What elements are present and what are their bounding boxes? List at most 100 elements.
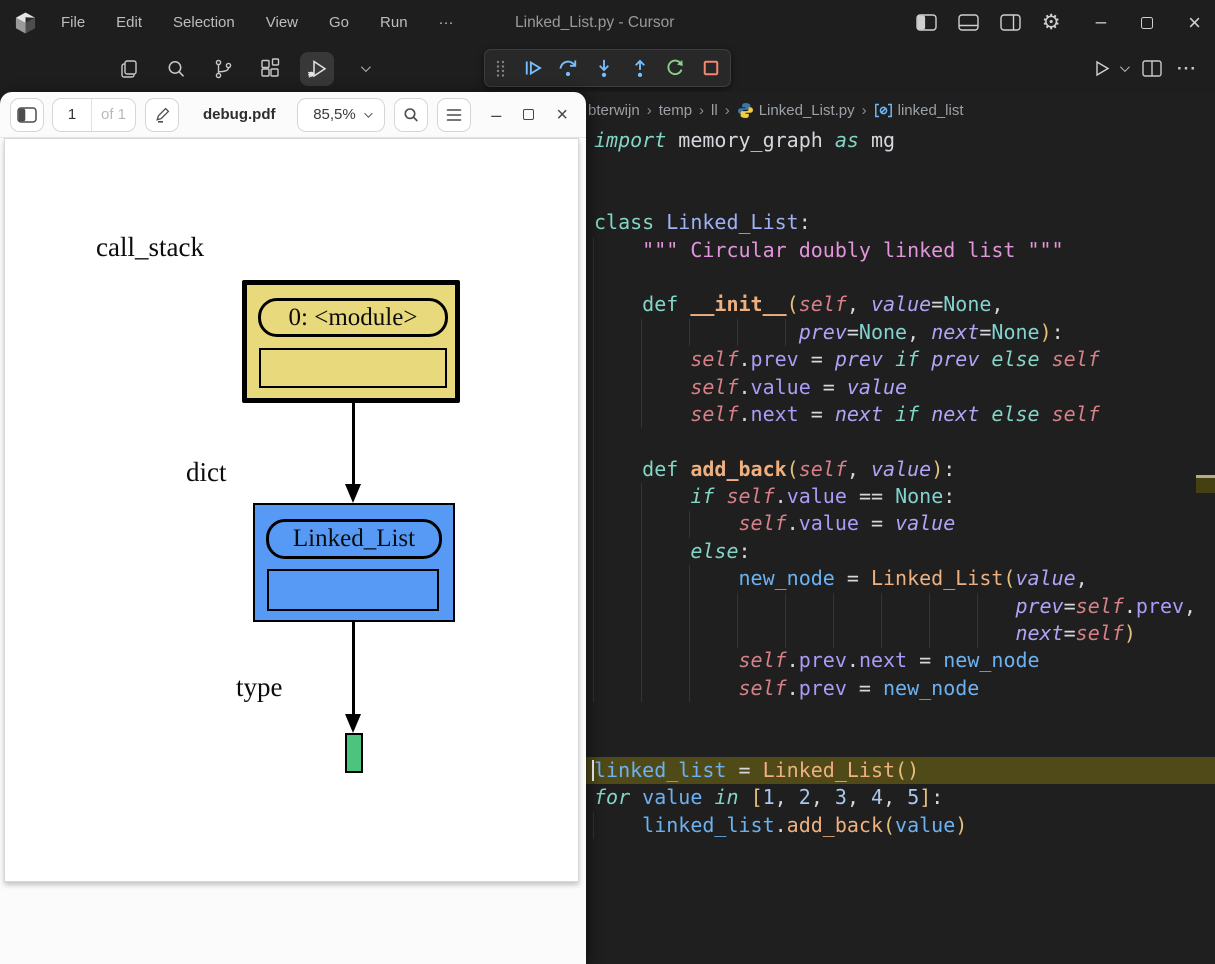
breadcrumb-separator: › [692,102,711,119]
menu-run[interactable]: Run [378,10,410,35]
code-line[interactable]: linked_list.add_back(value) [586,812,1215,839]
code-token: self [690,347,738,371]
code-line[interactable]: self.value = value [586,374,1215,401]
code-token [594,566,739,590]
debug-toolbar-grip[interactable] [494,59,507,77]
pdf-sidebar-toggle-icon[interactable] [10,98,44,132]
code-line[interactable]: class Linked_List: [586,209,1215,236]
code-token: . [775,484,787,508]
code-token: new_node [943,648,1039,672]
explorer-icon[interactable] [112,52,146,86]
code-token [702,785,714,809]
code-lines: import memory_graph as mg class Linked_Li… [586,127,1215,839]
code-line[interactable]: import memory_graph as mg [586,127,1215,154]
code-line[interactable] [586,428,1215,455]
pdf-close-button[interactable]: × [556,105,568,125]
breadcrumb-file[interactable]: Linked_List.py [759,102,855,119]
menu-edit[interactable]: Edit [114,10,144,35]
run-python-file-icon[interactable] [1092,59,1111,78]
code-token: add_back [787,813,883,837]
code-line[interactable]: self.value = value [586,510,1215,537]
code-token: , [1184,594,1196,618]
code-line[interactable] [586,730,1215,757]
toggle-secondary-sidebar-icon[interactable] [1000,14,1021,31]
code-line[interactable]: def add_back(self, value): [586,456,1215,483]
code-line[interactable]: else: [586,538,1215,565]
code-line[interactable]: prev=None, next=None): [586,319,1215,346]
code-token: None [895,484,943,508]
pdf-menu-icon[interactable] [437,98,471,132]
pdf-maximize-button[interactable] [523,109,534,120]
debug-step-over-icon[interactable] [558,58,578,78]
menu-go[interactable]: Go [327,10,351,35]
pdf-annotate-pen-icon[interactable] [145,98,179,132]
debug-step-out-icon[interactable] [630,58,650,78]
close-button[interactable]: × [1188,12,1201,34]
code-token: if [895,402,919,426]
pdf-zoom-select[interactable]: 85,5% [297,98,385,132]
run-dropdown-chevron-icon[interactable] [1120,62,1130,72]
code-line[interactable]: self.prev = prev if prev else self [586,346,1215,373]
extensions-icon[interactable] [253,52,287,86]
code-line[interactable]: next=self) [586,620,1215,647]
code-token: None [991,320,1039,344]
toggle-panel-icon[interactable] [958,14,979,31]
activity-overflow-chevron-icon[interactable] [347,52,381,86]
settings-gear-icon[interactable]: ⚙ [1042,12,1061,33]
debug-continue-icon[interactable] [523,58,543,78]
code-line[interactable]: prev=self.prev, [586,593,1215,620]
toggle-primary-sidebar-icon[interactable] [916,14,937,31]
menu-view[interactable]: View [264,10,300,35]
code-line[interactable]: def __init__(self, value=None, [586,291,1215,318]
debug-stop-icon[interactable] [701,58,721,78]
overview-ruler-current-line-marker[interactable] [1196,475,1215,493]
code-line[interactable]: for value in [1, 2, 3, 4, 5]: [586,784,1215,811]
code-token: = [1064,594,1076,618]
split-editor-icon[interactable] [1142,60,1162,77]
debug-restart-icon[interactable] [665,58,685,78]
code-token: value [871,457,931,481]
code-line[interactable] [586,182,1215,209]
breadcrumb-folder[interactable]: bterwijn [588,102,640,119]
search-icon[interactable] [159,52,193,86]
code-token [678,457,690,481]
code-area[interactable]: import memory_graph as mg class Linked_Li… [586,127,1215,839]
pdf-page-selector[interactable]: 1 of 1 [52,98,136,132]
code-token: . [1124,594,1136,618]
code-line[interactable]: self.prev.next = new_node [586,647,1215,674]
minimize-button[interactable]: – [1096,13,1107,32]
pdf-search-icon[interactable] [394,98,428,132]
breadcrumb-symbol[interactable]: linked_list [898,102,964,119]
more-actions-icon[interactable]: ··· [1177,59,1197,79]
maximize-button[interactable] [1141,17,1153,29]
pdf-minimize-button[interactable]: – [491,106,501,124]
debug-step-into-icon[interactable] [594,58,614,78]
menu-selection[interactable]: Selection [171,10,237,35]
breadcrumb-folder[interactable]: ll [711,102,718,119]
code-line[interactable]: self.prev = new_node [586,675,1215,702]
code-token: = [931,292,943,316]
code-token: None [943,292,991,316]
code-token: = [847,320,859,344]
code-line[interactable]: if self.value == None: [586,483,1215,510]
run-and-debug-icon[interactable] [300,52,334,86]
code-line-current[interactable]: linked_list = Linked_List() [586,757,1215,784]
debug-toolbar [484,49,731,87]
menu-file[interactable]: File [59,10,87,35]
window-title: Linked_List.py - Cursor [515,0,674,45]
code-line[interactable]: """ Circular doubly linked list """ [586,237,1215,264]
code-line[interactable]: self.next = next if next else self [586,401,1215,428]
code-line[interactable]: new_node = Linked_List(value, [586,565,1215,592]
code-token: self [799,457,847,481]
code-token [714,484,726,508]
code-line[interactable] [586,702,1215,729]
pdf-page-number[interactable]: 1 [53,99,91,131]
code-token: value [895,813,955,837]
code-line[interactable] [586,154,1215,181]
source-control-icon[interactable] [206,52,240,86]
dict-slot [267,569,439,611]
breadcrumb-folder[interactable]: temp [659,102,692,119]
code-line[interactable] [586,264,1215,291]
code-token: , [991,292,1003,316]
menu-more[interactable]: ··· [437,10,456,35]
